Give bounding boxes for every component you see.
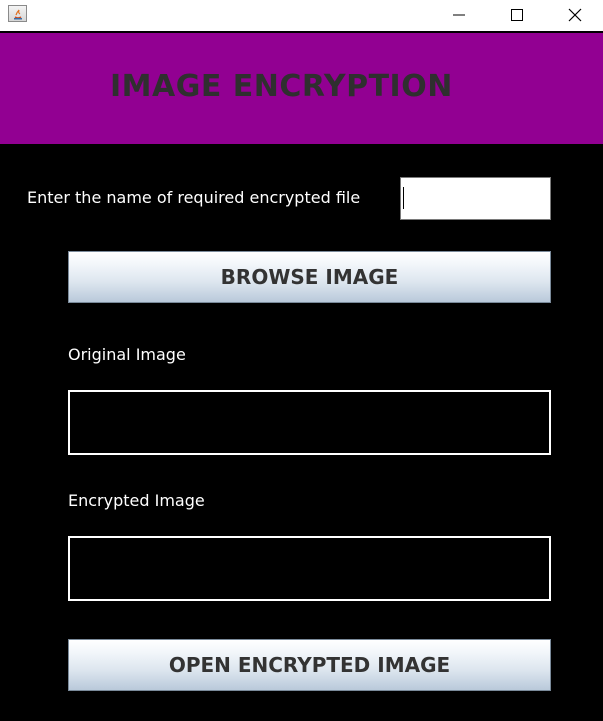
maximize-icon <box>511 9 523 21</box>
filename-input[interactable] <box>400 177 551 220</box>
header-banner: IMAGE ENCRYPTION <box>0 33 603 144</box>
app-window: IMAGE ENCRYPTION Enter the name of requi… <box>0 0 603 721</box>
original-image-field[interactable] <box>68 390 551 455</box>
close-button[interactable] <box>546 0 603 31</box>
minimize-icon <box>453 14 465 16</box>
browse-image-button[interactable]: BROWSE IMAGE <box>68 251 551 303</box>
original-image-label: Original Image <box>68 345 186 364</box>
text-caret <box>403 187 404 209</box>
java-app-icon[interactable] <box>8 5 27 22</box>
title-bar[interactable] <box>0 0 603 31</box>
minimize-button[interactable] <box>430 0 488 31</box>
filename-label: Enter the name of required encrypted fil… <box>27 188 361 207</box>
page-title: IMAGE ENCRYPTION <box>110 69 453 104</box>
encrypted-image-label: Encrypted Image <box>68 491 205 510</box>
encrypted-image-field[interactable] <box>68 536 551 601</box>
open-encrypted-image-button[interactable]: OPEN ENCRYPTED IMAGE <box>68 639 551 691</box>
maximize-button[interactable] <box>488 0 546 31</box>
close-icon <box>568 8 582 22</box>
